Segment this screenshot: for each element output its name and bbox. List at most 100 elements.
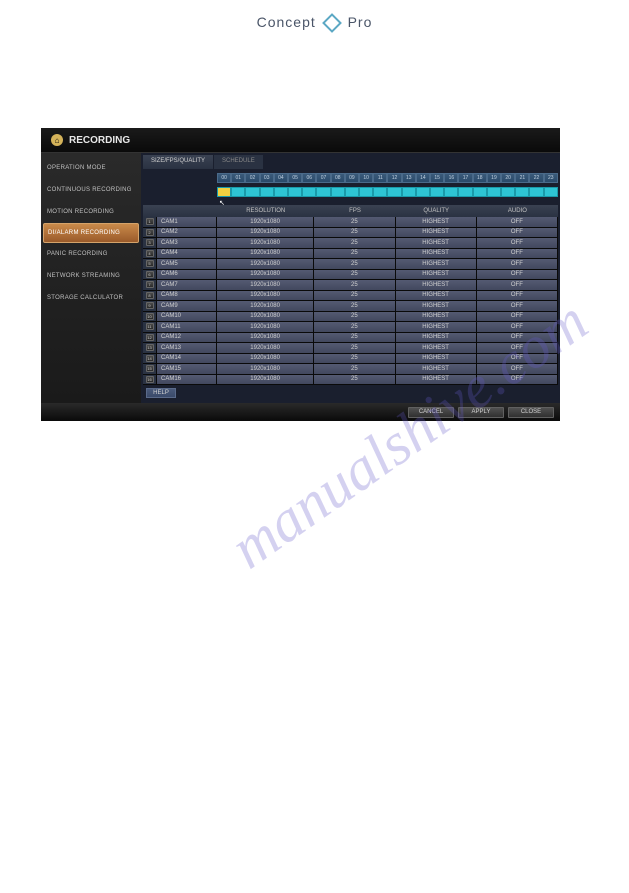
resolution-cell[interactable]: 1920x1080 — [217, 217, 314, 227]
row-checkbox[interactable]: 6 — [143, 270, 157, 280]
timeline-slot-07[interactable] — [316, 187, 330, 197]
apply-button[interactable]: APPLY — [458, 407, 504, 418]
row-checkbox[interactable]: 14 — [143, 354, 157, 364]
timeline-slot-19[interactable] — [487, 187, 501, 197]
timeline-slot-08[interactable] — [331, 187, 345, 197]
timeline-hour-03[interactable]: 03 — [260, 173, 274, 183]
resolution-cell[interactable]: 1920x1080 — [217, 333, 314, 343]
timeline-slot-11[interactable] — [373, 187, 387, 197]
timeline-slot-10[interactable] — [359, 187, 373, 197]
row-checkbox[interactable]: 3 — [143, 238, 157, 248]
timeline-hour-00[interactable]: 00 — [217, 173, 231, 183]
row-checkbox[interactable]: 2 — [143, 228, 157, 238]
audio-cell[interactable]: OFF — [477, 270, 558, 280]
fps-cell[interactable]: 25 — [314, 249, 395, 259]
timeline-hour-10[interactable]: 10 — [359, 173, 373, 183]
sidebar-item-panic-recording[interactable]: PANIC RECORDING — [41, 243, 141, 265]
quality-cell[interactable]: HIGHEST — [396, 375, 477, 385]
timeline-hour-08[interactable]: 08 — [331, 173, 345, 183]
fps-cell[interactable]: 25 — [314, 364, 395, 374]
resolution-cell[interactable]: 1920x1080 — [217, 238, 314, 248]
fps-cell[interactable]: 25 — [314, 228, 395, 238]
quality-cell[interactable]: HIGHEST — [396, 217, 477, 227]
quality-cell[interactable]: HIGHEST — [396, 270, 477, 280]
quality-cell[interactable]: HIGHEST — [396, 312, 477, 322]
resolution-cell[interactable]: 1920x1080 — [217, 270, 314, 280]
sidebar-item-continuous-recording[interactable]: CONTINUOUS RECORDING — [41, 179, 141, 201]
resolution-cell[interactable]: 1920x1080 — [217, 259, 314, 269]
timeline-hour-09[interactable]: 09 — [345, 173, 359, 183]
timeline-slot-14[interactable] — [416, 187, 430, 197]
timeline-track[interactable] — [143, 187, 558, 197]
row-checkbox[interactable]: 13 — [143, 343, 157, 353]
audio-cell[interactable]: OFF — [477, 375, 558, 385]
quality-cell[interactable]: HIGHEST — [396, 364, 477, 374]
timeline-hour-14[interactable]: 14 — [416, 173, 430, 183]
sidebar-item-storage-calculator[interactable]: STORAGE CALCULATOR — [41, 287, 141, 309]
timeline-slot-04[interactable] — [274, 187, 288, 197]
resolution-cell[interactable]: 1920x1080 — [217, 228, 314, 238]
timeline-hour-18[interactable]: 18 — [473, 173, 487, 183]
fps-cell[interactable]: 25 — [314, 217, 395, 227]
timeline-hour-17[interactable]: 17 — [458, 173, 472, 183]
timeline-hour-23[interactable]: 23 — [544, 173, 558, 183]
timeline-slot-05[interactable] — [288, 187, 302, 197]
row-checkbox[interactable]: 10 — [143, 312, 157, 322]
row-checkbox[interactable]: 15 — [143, 364, 157, 374]
row-checkbox[interactable]: 11 — [143, 322, 157, 332]
home-icon[interactable]: ⌂ — [51, 134, 63, 146]
resolution-cell[interactable]: 1920x1080 — [217, 364, 314, 374]
resolution-cell[interactable]: 1920x1080 — [217, 280, 314, 290]
timeline-hour-12[interactable]: 12 — [387, 173, 401, 183]
quality-cell[interactable]: HIGHEST — [396, 259, 477, 269]
timeline-hour-05[interactable]: 05 — [288, 173, 302, 183]
sidebar-item-operation-mode[interactable]: OPERATION MODE — [41, 157, 141, 179]
resolution-cell[interactable]: 1920x1080 — [217, 375, 314, 385]
fps-cell[interactable]: 25 — [314, 301, 395, 311]
fps-cell[interactable]: 25 — [314, 291, 395, 301]
audio-cell[interactable]: OFF — [477, 354, 558, 364]
audio-cell[interactable]: OFF — [477, 228, 558, 238]
row-checkbox[interactable]: 4 — [143, 249, 157, 259]
fps-cell[interactable]: 25 — [314, 280, 395, 290]
row-checkbox[interactable]: 8 — [143, 291, 157, 301]
fps-cell[interactable]: 25 — [314, 343, 395, 353]
timeline-slot-03[interactable] — [260, 187, 274, 197]
row-checkbox[interactable]: 9 — [143, 301, 157, 311]
tab-size-fps-quality[interactable]: SIZE/FPS/QUALITY — [143, 155, 214, 169]
timeline-slot-18[interactable] — [473, 187, 487, 197]
fps-cell[interactable]: 25 — [314, 259, 395, 269]
timeline-slot-21[interactable] — [515, 187, 529, 197]
timeline-slot-16[interactable] — [444, 187, 458, 197]
quality-cell[interactable]: HIGHEST — [396, 343, 477, 353]
timeline-hour-21[interactable]: 21 — [515, 173, 529, 183]
timeline-hour-07[interactable]: 07 — [316, 173, 330, 183]
audio-cell[interactable]: OFF — [477, 291, 558, 301]
timeline-slot-12[interactable] — [387, 187, 401, 197]
timeline-hour-06[interactable]: 06 — [302, 173, 316, 183]
timeline-hour-02[interactable]: 02 — [245, 173, 259, 183]
row-checkbox[interactable]: 5 — [143, 259, 157, 269]
fps-cell[interactable]: 25 — [314, 312, 395, 322]
timeline-slot-20[interactable] — [501, 187, 515, 197]
quality-cell[interactable]: HIGHEST — [396, 280, 477, 290]
audio-cell[interactable]: OFF — [477, 280, 558, 290]
audio-cell[interactable]: OFF — [477, 217, 558, 227]
sidebar-item-network-streaming[interactable]: NETWORK STREAMING — [41, 265, 141, 287]
audio-cell[interactable]: OFF — [477, 333, 558, 343]
resolution-cell[interactable]: 1920x1080 — [217, 312, 314, 322]
fps-cell[interactable]: 25 — [314, 375, 395, 385]
timeline-slot-13[interactable] — [402, 187, 416, 197]
tab-schedule[interactable]: SCHEDULE — [214, 155, 264, 169]
timeline-slot-22[interactable] — [529, 187, 543, 197]
quality-cell[interactable]: HIGHEST — [396, 354, 477, 364]
fps-cell[interactable]: 25 — [314, 354, 395, 364]
timeline-hour-11[interactable]: 11 — [373, 173, 387, 183]
resolution-cell[interactable]: 1920x1080 — [217, 354, 314, 364]
timeline-slot-02[interactable] — [245, 187, 259, 197]
fps-cell[interactable]: 25 — [314, 333, 395, 343]
audio-cell[interactable]: OFF — [477, 259, 558, 269]
timeline-slot-23[interactable] — [544, 187, 558, 197]
timeline-hour-01[interactable]: 01 — [231, 173, 245, 183]
resolution-cell[interactable]: 1920x1080 — [217, 322, 314, 332]
